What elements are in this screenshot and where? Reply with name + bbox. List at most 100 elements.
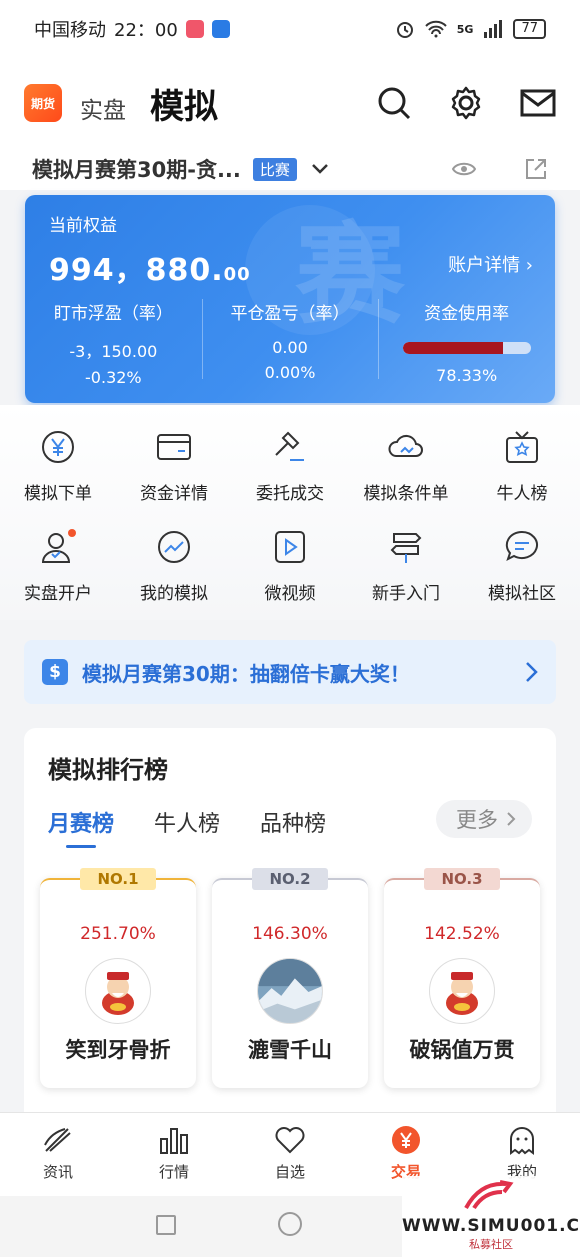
share-icon[interactable]: [524, 157, 548, 181]
more-label: 更多: [456, 808, 498, 832]
rank-card-1[interactable]: NO.1 251.70% 笑到牙骨折: [40, 868, 196, 1088]
gear-icon[interactable]: [448, 85, 484, 121]
grid-conditional-order[interactable]: 模拟条件单: [348, 427, 464, 527]
bars-icon: [160, 1128, 188, 1154]
rank-tag: NO.2: [252, 868, 328, 890]
metric-title: 盯市浮盈（率）: [53, 304, 173, 324]
trade-yen-icon: [392, 1126, 420, 1154]
play-icon: [270, 527, 310, 567]
trend-icon: [154, 527, 194, 567]
fund-usage-fill: [402, 342, 503, 354]
user-add-icon: [38, 527, 78, 567]
rank-card-2[interactable]: NO.2 146.30% 漉雪千山: [212, 868, 368, 1088]
hammer-icon: [270, 427, 310, 467]
grid-micro-video[interactable]: 微视频: [232, 527, 348, 627]
tab-news[interactable]: 资讯: [0, 1113, 116, 1196]
eye-icon[interactable]: [452, 161, 476, 177]
competition-badge: 比赛: [252, 157, 297, 181]
yen-circle-icon: [38, 427, 78, 467]
grid-fund-detail[interactable]: 资金详情: [116, 427, 232, 527]
tab-monthly[interactable]: 月赛榜: [48, 806, 114, 848]
rank-name: 漉雪千山: [248, 1038, 332, 1062]
site-watermark: WWW.SIMU001.CN 私募社区: [402, 1176, 580, 1257]
equity-value-decimal: 00: [223, 264, 251, 285]
grid-sim-order[interactable]: 模拟下单: [0, 427, 116, 527]
tab-label: 行情: [158, 1163, 189, 1181]
grid-label: 模拟社区: [488, 584, 556, 604]
grid-label: 新手入门: [372, 584, 440, 604]
account-name[interactable]: 模拟月赛第30期-贪...: [32, 154, 241, 184]
fortune-god-avatar-icon: [102, 972, 134, 1015]
metric-value: 0.00: [272, 338, 308, 357]
fortune-god-avatar-icon: [446, 972, 478, 1015]
app-notification-icon: [185, 20, 204, 38]
avatar: [85, 958, 151, 1024]
battery-indicator: 77: [513, 19, 546, 39]
account-selector-row: 模拟月赛第30期-贪... 比赛: [0, 148, 580, 190]
app-notification-icon: [211, 20, 230, 38]
rank-tag: NO.1: [80, 868, 156, 890]
ranking-card: 模拟排行榜 月赛榜 牛人榜 品种榜 更多 NO.1 251.70% 笑到牙骨折 …: [24, 728, 556, 1128]
carrier-label: 中国移动: [34, 20, 106, 41]
account-detail-link[interactable]: 账户详情 ›: [448, 251, 533, 277]
grid-label: 我的模拟: [140, 584, 208, 604]
search-icon[interactable]: [376, 85, 412, 121]
heart-icon: [275, 1127, 305, 1154]
equity-value: 994，880.00: [49, 245, 251, 289]
notification-dot: [68, 529, 76, 537]
rank-return: 251.70%: [80, 924, 156, 944]
grid-beginner-guide[interactable]: 新手入门: [348, 527, 464, 627]
metric-rate: -0.32%: [85, 368, 142, 387]
chevron-down-icon[interactable]: [311, 163, 329, 175]
fund-usage-metric: 资金使用率 78.33%: [378, 295, 555, 385]
avatar: [257, 958, 323, 1024]
grid-open-account[interactable]: 实盘开户: [0, 527, 116, 627]
closed-pnl-metric: 平仓盈亏（率） 0.00 0.00%: [201, 295, 379, 385]
tab-real[interactable]: 实盘: [80, 91, 126, 125]
banner-text: 模拟月赛第30期：抽翻倍卡赢大奖！: [82, 661, 410, 686]
star-tv-icon: [502, 427, 542, 467]
ghost-icon: [510, 1127, 534, 1155]
grid-top-traders[interactable]: 牛人榜: [464, 427, 580, 527]
app-logo: 期货: [24, 84, 62, 122]
chevron-right-icon: [526, 662, 538, 682]
chat-icon: [502, 527, 542, 567]
alarm-icon: [396, 22, 413, 38]
function-grid: 模拟下单 资金详情 委托成交 模拟条件单 牛人榜 实盘开户 我的模拟 微视频 新…: [0, 405, 580, 620]
avatar: [429, 958, 495, 1024]
metric-value: -3，150.00: [69, 342, 158, 361]
rank-name: 笑到牙骨折: [65, 1038, 171, 1062]
grid-community[interactable]: 模拟社区: [464, 527, 580, 627]
home-button[interactable]: [278, 1212, 302, 1236]
metric-title: 平仓盈亏（率）: [230, 304, 350, 324]
ranking-tabs: 月赛榜 牛人榜 品种榜: [48, 806, 326, 848]
watermark-logo-icon: [464, 1180, 514, 1210]
tab-label: 自选: [274, 1163, 305, 1181]
card-icon: [154, 427, 194, 467]
chevron-right-icon: [507, 812, 516, 826]
grid-label: 模拟下单: [24, 484, 92, 504]
grid-order-fills[interactable]: 委托成交: [232, 427, 348, 527]
grid-label: 资金详情: [140, 484, 208, 504]
rank-return: 142.52%: [424, 924, 500, 944]
clock: 22：00: [114, 20, 178, 41]
watermark-url: WWW.SIMU001.CN: [402, 1216, 580, 1236]
watermark-subtitle: 私募社区: [469, 1238, 513, 1251]
tab-market[interactable]: 行情: [116, 1113, 232, 1196]
tab-watchlist[interactable]: 自选: [232, 1113, 348, 1196]
promo-banner[interactable]: $ 模拟月赛第30期：抽翻倍卡赢大奖！: [24, 640, 556, 704]
wifi-icon: [425, 20, 447, 38]
equity-metrics: 盯市浮盈（率） -3，150.00 -0.32% 平仓盈亏（率） 0.00 0.…: [25, 295, 555, 387]
more-button[interactable]: 更多: [436, 800, 532, 838]
tab-by-product[interactable]: 品种榜: [260, 806, 326, 848]
rank-card-3[interactable]: NO.3 142.52% 破锅值万贯: [384, 868, 540, 1088]
mail-icon[interactable]: [520, 88, 556, 118]
recent-apps-button[interactable]: [156, 1215, 176, 1235]
tab-simulation[interactable]: 模拟: [150, 79, 218, 128]
grid-my-simulation[interactable]: 我的模拟: [116, 527, 232, 627]
grid-label: 委托成交: [256, 484, 324, 504]
tab-top-traders[interactable]: 牛人榜: [154, 806, 220, 848]
fund-usage-bar: [402, 342, 531, 354]
metric-rate: 0.00%: [264, 363, 316, 382]
ranking-title: 模拟排行榜: [48, 756, 168, 784]
